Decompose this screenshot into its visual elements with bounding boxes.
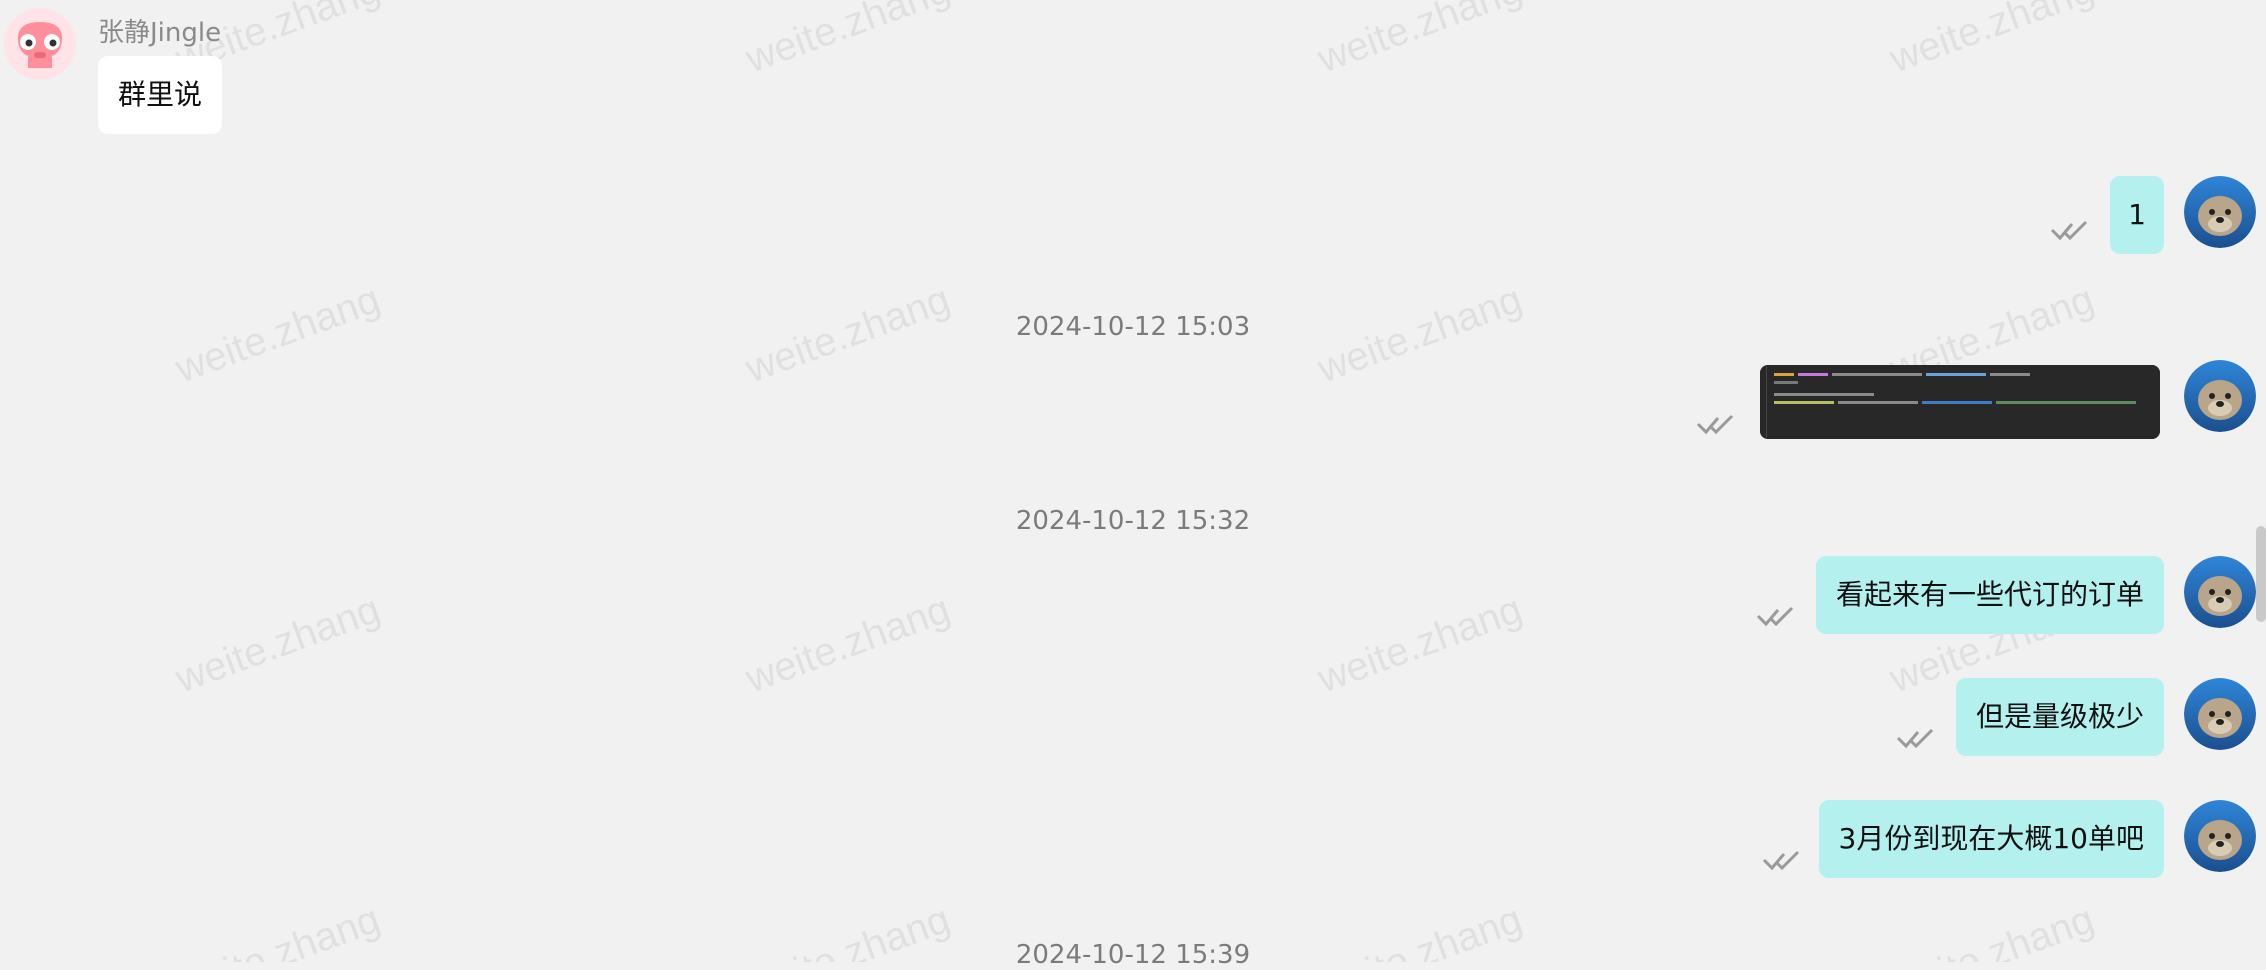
otter-avatar-icon — [2184, 556, 2256, 628]
outgoing-message-bubble[interactable]: 但是量级极少 — [1955, 678, 2164, 756]
read-check-icon — [1696, 414, 1734, 435]
otter-avatar-icon — [2184, 800, 2256, 872]
outgoing-message-bubble[interactable]: 看起来有一些代订的订单 — [1815, 556, 2164, 634]
scrollbar-thumb[interactable] — [2256, 526, 2266, 622]
watermark-text: weite.zhang — [1312, 0, 1528, 82]
incoming-message-bubble[interactable]: 群里说 — [98, 56, 223, 134]
my-avatar[interactable] — [2184, 176, 2256, 248]
timestamp: 2024-10-12 15:03 — [1015, 312, 1251, 342]
outgoing-message-bubble[interactable]: 1 — [2110, 176, 2164, 254]
my-avatar[interactable] — [2184, 678, 2256, 750]
pink-cartoon-avatar-icon — [4, 8, 76, 80]
my-avatar[interactable] — [2184, 360, 2256, 432]
code-screenshot-thumbnail — [1760, 365, 2160, 439]
timestamp: 2024-10-12 15:32 — [1015, 506, 1251, 536]
watermark-text: weite.zhang — [1312, 586, 1528, 702]
read-check-icon — [1896, 728, 1934, 749]
watermark-text: weite.zhang — [1884, 0, 2100, 82]
watermark-text: weite.zhang — [170, 586, 386, 702]
sender-avatar[interactable] — [4, 8, 76, 80]
my-avatar[interactable] — [2184, 800, 2256, 872]
watermark-text: weite.zhang — [740, 0, 956, 82]
read-check-icon — [2050, 220, 2088, 241]
watermark-text: weite.zhang — [740, 586, 956, 702]
outgoing-message-bubble[interactable]: 3月份到现在大概10单吧 — [1818, 800, 2164, 878]
sender-name: 张静Jingle — [98, 18, 222, 48]
otter-avatar-icon — [2184, 176, 2256, 248]
read-check-icon — [1756, 606, 1794, 627]
timestamp: 2024-10-12 15:39 — [1015, 940, 1251, 970]
otter-avatar-icon — [2184, 360, 2256, 432]
image-message[interactable] — [1760, 365, 2160, 439]
otter-avatar-icon — [2184, 678, 2256, 750]
read-check-icon — [1762, 850, 1800, 871]
my-avatar[interactable] — [2184, 556, 2256, 628]
